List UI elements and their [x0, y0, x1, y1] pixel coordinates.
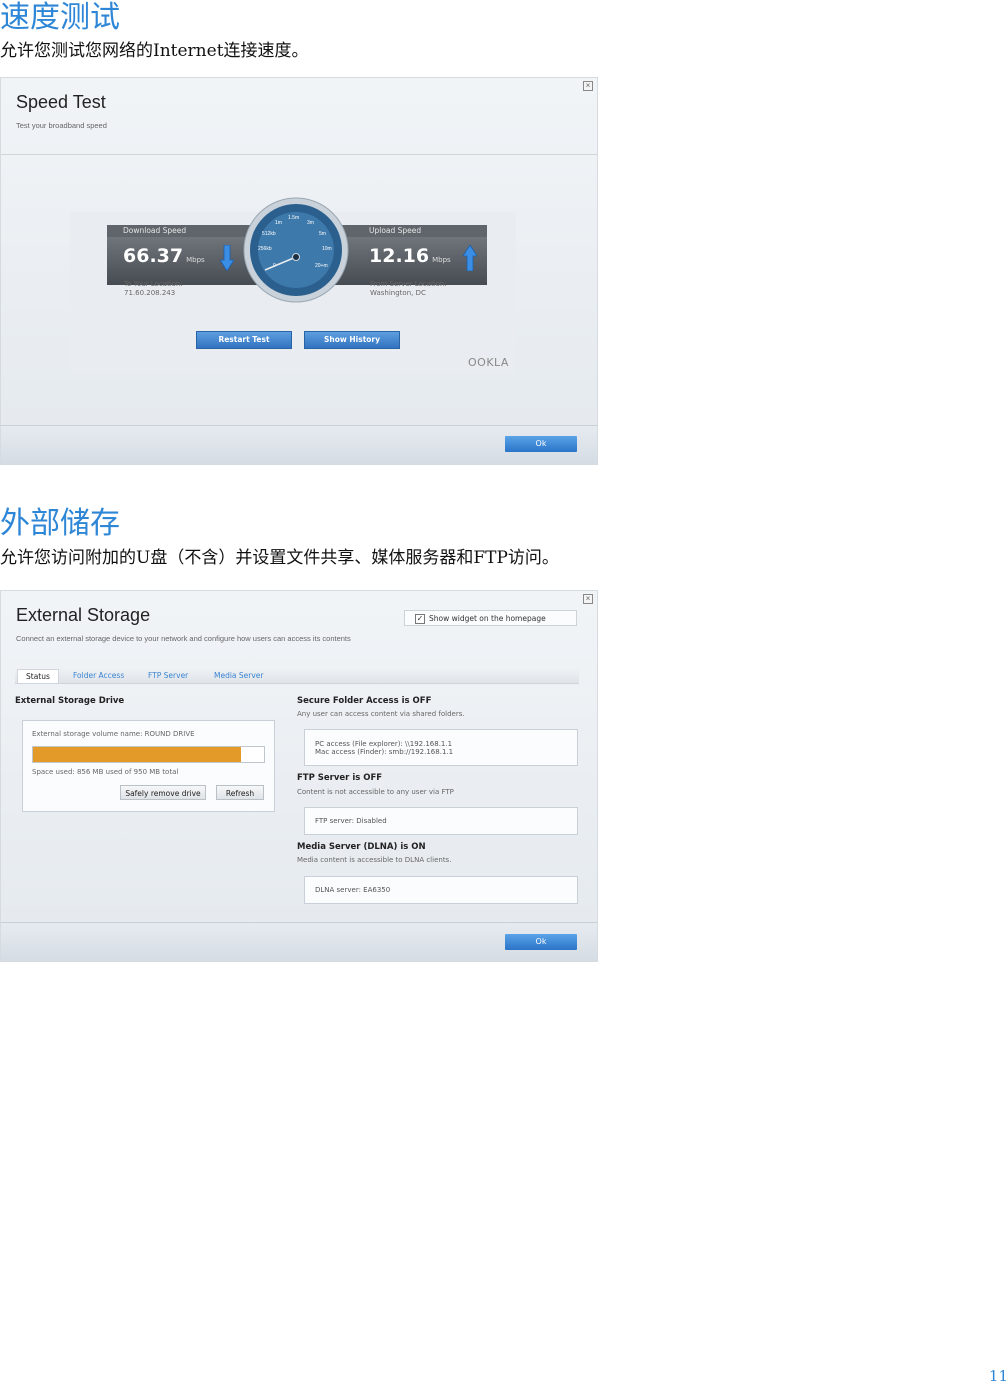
tab-media-server[interactable]: Media Server [214, 671, 264, 680]
ftp-desc: Content is not accessible to any user vi… [297, 788, 454, 796]
upload-value: 12.16 Mbps [369, 245, 451, 267]
upload-label: Upload Speed [369, 226, 422, 235]
tab-status[interactable]: Status [17, 669, 59, 683]
secure-folder-heading: Secure Folder Access is OFF [297, 696, 432, 706]
restart-test-button[interactable]: Restart Test [196, 331, 292, 349]
secure-folder-desc: Any user can access content via shared f… [297, 710, 465, 718]
speed-test-subtitle: Test your broadband speed [16, 121, 107, 130]
tab-bar: Status Folder Access FTP Server Media Se… [15, 669, 579, 684]
gauge-tick: 20+m [315, 263, 328, 269]
gauge-tick: 1.5m [288, 215, 299, 221]
speed-gauge: 0 256kb 512kb 1m 1.5m 3m 5m 10m 20+m [243, 197, 349, 303]
tab-folder-access[interactable]: Folder Access [73, 671, 124, 680]
external-storage-subtitle: Connect an external storage device to yo… [16, 634, 351, 643]
access-paths-box: PC access (File explorer): \\192.168.1.1… [304, 729, 578, 766]
external-storage-footer: Ok [0, 922, 598, 962]
gauge-tick: 256kb [258, 246, 272, 252]
refresh-button[interactable]: Refresh [216, 785, 264, 800]
download-label: Download Speed [123, 226, 187, 235]
ftp-status-box: FTP server: Disabled [304, 807, 578, 835]
download-arrow-icon [220, 245, 234, 271]
section-heading-speed-test: 速度测试 [0, 0, 120, 35]
from-location: From Server Location: Washington, DC [370, 280, 447, 297]
speed-test-footer: Ok [0, 425, 598, 465]
mac-access: Mac access (Finder): smb://192.168.1.1 [315, 748, 454, 756]
media-server-heading: Media Server (DLNA) is ON [297, 842, 426, 852]
gauge-tick: 5m [319, 231, 326, 237]
show-history-button[interactable]: Show History [304, 331, 400, 349]
storage-usage-fill [33, 747, 241, 762]
ookla-logo: OOKLA [468, 356, 509, 369]
show-widget-checkbox[interactable]: ✓ Show widget on the homepage [404, 610, 577, 626]
gauge-tick: 3m [307, 220, 314, 226]
safely-remove-drive-button[interactable]: Safely remove drive [120, 785, 206, 800]
checkbox-checked-icon[interactable]: ✓ [415, 614, 425, 624]
space-used: Space used: 856 MB used of 950 MB total [32, 768, 179, 776]
ok-button[interactable]: Ok [505, 436, 577, 452]
storage-usage-bar [32, 746, 265, 763]
gauge-tick: 10m [322, 246, 332, 252]
volume-name: External storage volume name: ROUND DRIV… [32, 730, 195, 738]
divider [1, 154, 597, 155]
close-icon[interactable]: × [583, 81, 593, 91]
section-description-speed-test: 允许您测试您网络的Internet连接速度。 [0, 41, 309, 61]
external-storage-title: External Storage [16, 605, 151, 625]
upload-arrow-icon [463, 245, 477, 271]
section-heading-external-storage: 外部储存 [0, 506, 120, 541]
media-server-desc: Media content is accessible to DLNA clie… [297, 856, 452, 864]
ftp-heading: FTP Server is OFF [297, 773, 383, 783]
tab-ftp-server[interactable]: FTP Server [148, 671, 188, 680]
section-description-external-storage: 允许您访问附加的U盘（不含）并设置文件共享、媒体服务器和FTP访问。 [0, 548, 559, 568]
dlna-status-box: DLNA server: EA6350 [304, 876, 578, 904]
to-location: To Your Location: 71.60.208.243 [124, 280, 183, 297]
ok-button[interactable]: Ok [505, 934, 577, 950]
close-icon[interactable]: × [583, 594, 593, 604]
speed-test-title: Speed Test [16, 92, 106, 112]
download-value: 66.37 Mbps [123, 245, 205, 267]
page-number: 11 [988, 1367, 1008, 1385]
gauge-tick: 1m [275, 220, 282, 226]
drive-heading: External Storage Drive [15, 696, 125, 706]
ftp-status: FTP server: Disabled [315, 817, 387, 825]
dlna-status: DLNA server: EA6350 [315, 886, 391, 894]
gauge-tick: 512kb [262, 231, 276, 237]
